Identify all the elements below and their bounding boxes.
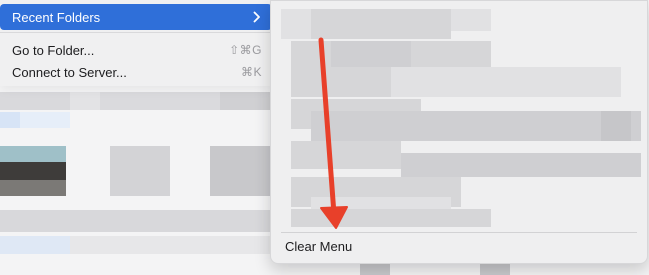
blur-pixel [0,112,20,128]
menu-item-label: Connect to Server... [12,64,127,80]
blurred-folder-item[interactable] [451,9,491,31]
blurred-folder-item[interactable] [291,141,401,169]
blur-pixel [210,146,270,196]
blur-pixel [100,92,220,110]
menu-item-label: Go to Folder... [12,42,95,58]
blurred-folder-item[interactable] [401,153,641,177]
chevron-right-icon [252,11,262,23]
menu-item-label: Recent Folders [12,9,101,25]
menu-separator [0,32,272,33]
blur-pixel [0,236,70,254]
blurred-folder-item[interactable] [311,9,451,39]
blur-pixel [0,180,66,196]
blurred-folder-item[interactable] [391,67,621,97]
shortcut-label: ⌘K [240,65,262,79]
recent-folders-submenu: Clear Menu [270,0,648,264]
blur-pixel [70,92,100,110]
submenu-separator [281,232,637,233]
blur-pixel [0,210,270,232]
blur-pixel [110,146,170,196]
blurred-folder-item[interactable] [331,41,411,67]
blurred-folder-item[interactable] [601,111,631,141]
blur-pixel [0,146,66,162]
shortcut-label: ⇧⌘G [229,43,262,57]
blur-pixel [220,92,270,110]
blur-pixel [20,112,70,128]
clear-menu-item[interactable]: Clear Menu [285,239,352,254]
blur-pixel [70,236,270,254]
menu-item-connect-to-server[interactable]: Connect to Server... ⌘K [0,59,272,85]
blurred-folder-item[interactable] [311,111,641,141]
blurred-folder-item[interactable] [291,209,491,227]
blur-pixel [0,162,66,180]
context-menu: Recent Folders Go to Folder... ⇧⌘G Conne… [0,0,273,86]
blur-pixel [0,92,70,110]
menu-item-recent-folders[interactable]: Recent Folders [0,4,272,30]
